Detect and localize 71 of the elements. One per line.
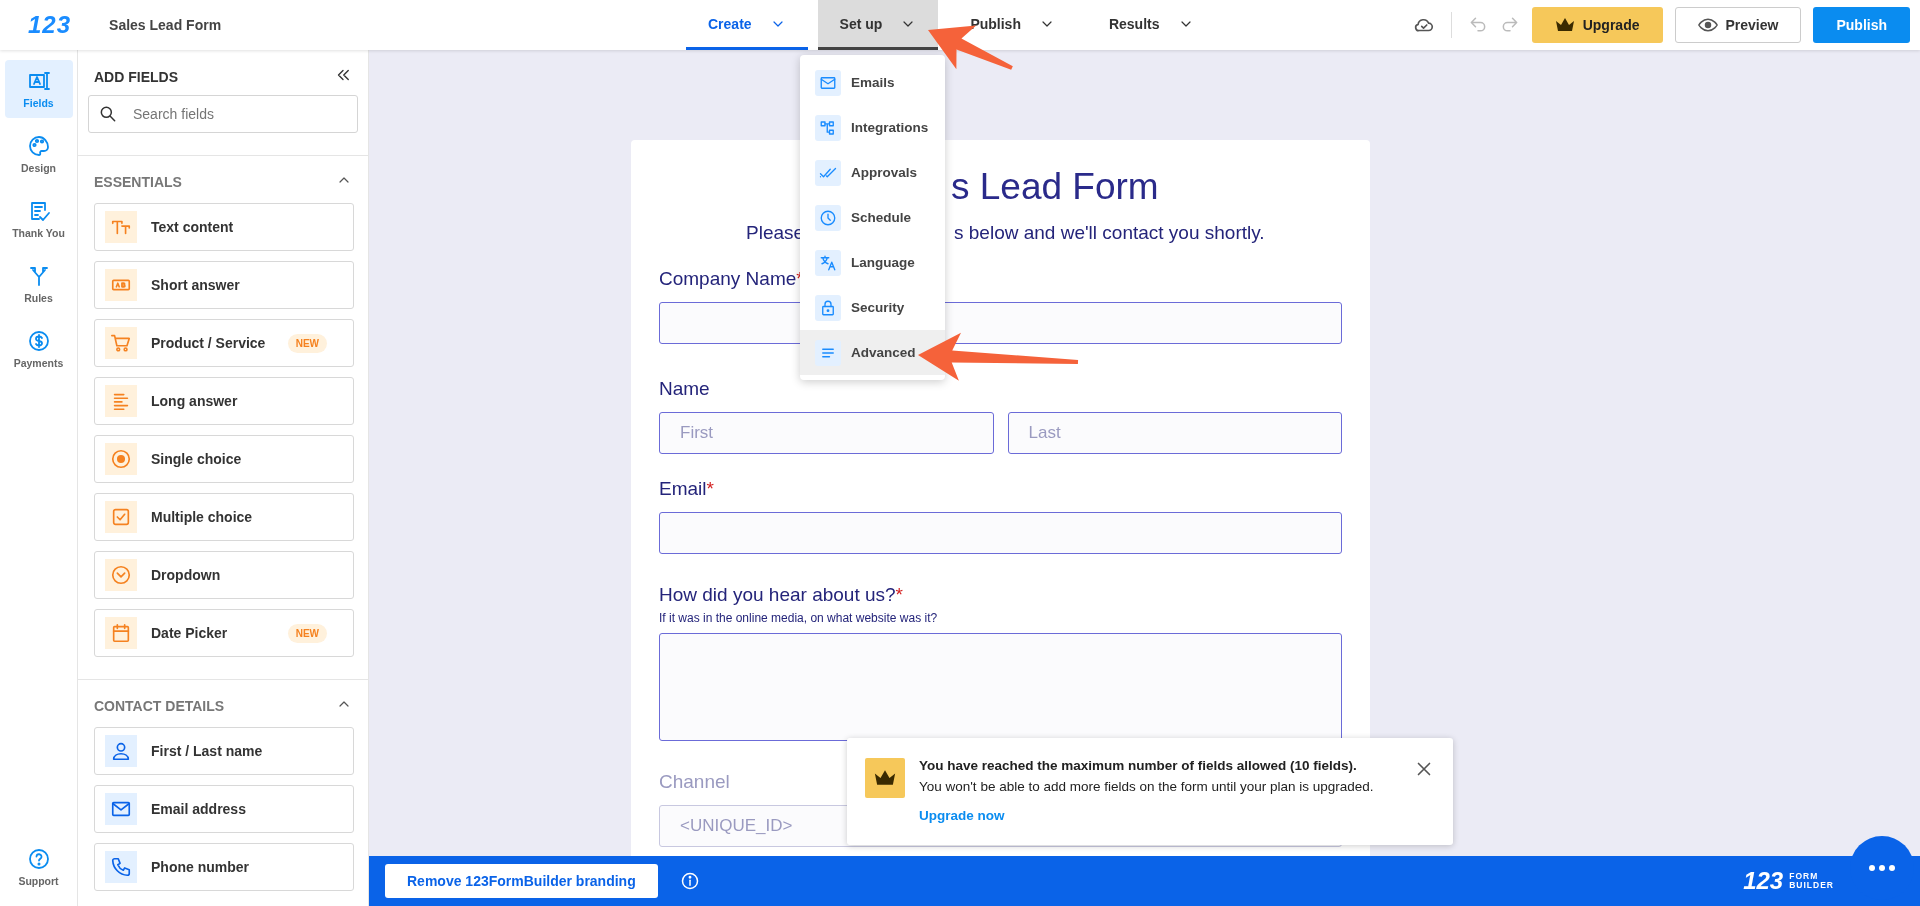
menu-item[interactable]: Approvals <box>800 150 945 195</box>
notice-title: You have reached the maximum number of fields allowed (10 fields). <box>919 758 1358 773</box>
brand-logo: 123 <box>1743 867 1784 895</box>
field-type-item[interactable]: Phone number <box>94 843 354 891</box>
form-name: Sales Lead Form <box>109 17 222 33</box>
menu-item[interactable]: Emails <box>800 60 945 105</box>
nav-tab[interactable]: Set up <box>817 0 939 50</box>
field-type-item[interactable]: Date Picker NEW <box>94 609 354 657</box>
field-label: Email* <box>659 478 714 500</box>
menu-item[interactable]: Schedule <box>800 195 945 240</box>
hierarchy-icon <box>819 118 837 137</box>
text-field-icon <box>26 69 51 93</box>
rail-item[interactable]: Thank You <box>4 190 73 248</box>
checkbox-icon <box>110 506 132 528</box>
field-label: How did you hear about us?* <box>659 584 903 606</box>
notice-message: You won't be able to add more fields on the form until your plan is upgraded. <box>919 779 1374 794</box>
section-title: ESSENTIALS <box>94 173 182 190</box>
field-type-item[interactable]: Product / Service NEW <box>94 319 354 367</box>
crown-icon <box>873 769 897 787</box>
field-type-item[interactable]: Dropdown <box>94 551 354 599</box>
field-type-item[interactable]: Short answer <box>94 261 354 309</box>
support-button[interactable]: Support <box>4 838 73 896</box>
calendar-icon <box>110 622 132 644</box>
field-type-item[interactable]: Text content <box>94 203 354 251</box>
clock-icon <box>819 208 837 227</box>
brand-logo: FORM <box>1789 871 1820 881</box>
field-type-item[interactable]: Email address <box>94 785 354 833</box>
menu-item[interactable]: Language <box>800 240 945 285</box>
preview-button[interactable]: Preview <box>1674 7 1802 43</box>
search-icon <box>98 104 118 124</box>
upgrade-button[interactable]: Upgrade <box>1531 7 1663 43</box>
translate-icon <box>819 253 837 272</box>
brand-logo: BUILDER <box>1789 881 1834 891</box>
cart-icon <box>110 332 132 354</box>
new-badge: NEW <box>287 333 327 353</box>
first-name-input[interactable]: First <box>659 412 994 454</box>
more-icon <box>1869 865 1895 871</box>
search-field[interactable]: Search fields <box>88 95 358 133</box>
radio-icon <box>110 448 132 470</box>
new-badge: NEW <box>287 623 327 643</box>
form-title: s Lead Form <box>951 166 1159 207</box>
rail-item[interactable]: Rules <box>4 255 73 313</box>
upgrade-link[interactable]: Upgrade now <box>919 808 1374 823</box>
menu-item[interactable]: Advanced <box>800 330 945 375</box>
info-icon <box>679 871 700 891</box>
field-label: Channel <box>659 771 730 793</box>
panel-title: ADD FIELDS <box>94 68 178 85</box>
menu-item[interactable]: Integrations <box>800 105 945 150</box>
phone-icon <box>110 856 132 878</box>
menu-item[interactable]: Security <box>800 285 945 330</box>
section-title: CONTACT DETAILS <box>94 697 225 714</box>
dropdown-icon <box>110 564 132 586</box>
remove-branding-button[interactable]: Remove 123FormBuilder branding <box>385 864 658 898</box>
lock-icon <box>819 298 837 317</box>
rail-item[interactable]: Design <box>4 125 73 183</box>
field-type-item[interactable]: Single choice <box>94 435 354 483</box>
nav-tab[interactable]: Results <box>1086 0 1216 50</box>
field-type-item[interactable]: First / Last name <box>94 727 354 775</box>
field-type-item[interactable]: Long answer <box>94 377 354 425</box>
dollar-icon <box>26 329 51 353</box>
field-type-item[interactable]: Multiple choice <box>94 493 354 541</box>
form-description: s below and we'll contact you shortly. <box>954 222 1265 244</box>
field-label: Name <box>659 378 710 400</box>
field-hint: If it was in the online media, on what website was it? <box>659 611 939 625</box>
last-name-input[interactable]: Last <box>1007 412 1342 454</box>
help-icon <box>26 847 51 871</box>
crown-icon <box>1554 17 1575 33</box>
text-input[interactable] <box>659 512 1342 554</box>
palette-icon <box>26 134 51 158</box>
rail-item[interactable]: Payments <box>4 320 73 378</box>
person-icon <box>110 740 132 762</box>
